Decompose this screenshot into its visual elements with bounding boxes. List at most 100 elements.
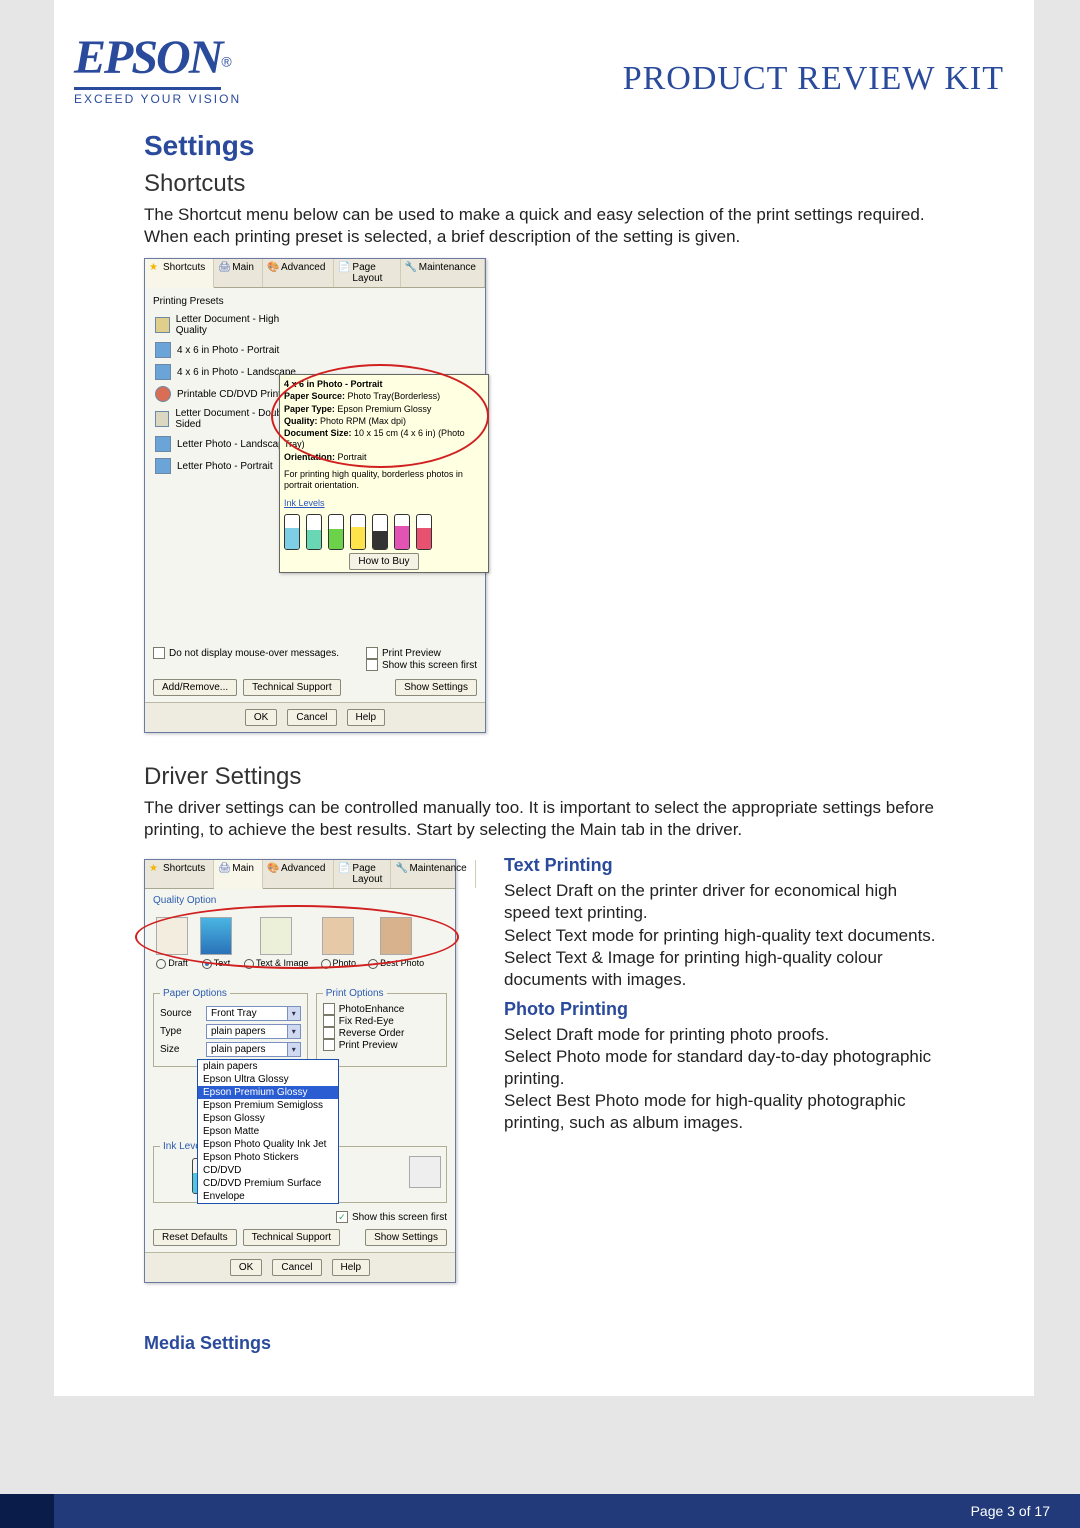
source-combo[interactable]: Front Tray▾	[206, 1006, 301, 1021]
tab-main[interactable]: 🖨Main	[214, 259, 263, 287]
how-to-buy-button[interactable]: How to Buy	[349, 553, 418, 570]
preset-label: Printable CD/DVD Printing	[177, 389, 294, 400]
chevron-down-icon: ▾	[287, 1043, 300, 1056]
print-preview-checkbox[interactable]: Print Preview	[366, 647, 477, 659]
reverse-order-checkbox[interactable]: Reverse Order	[323, 1027, 440, 1039]
quality-text-image[interactable]: Text & Image	[244, 917, 309, 969]
checkbox-icon	[153, 647, 165, 659]
radio-icon	[202, 959, 212, 969]
tech-support-button[interactable]: Technical Support	[243, 1229, 341, 1246]
fix-redeye-checkbox[interactable]: Fix Red-Eye	[323, 1015, 440, 1027]
page-number: Page 3 of 17	[971, 1503, 1050, 1519]
logo-word: EPSON	[74, 30, 221, 90]
preset-item[interactable]: Letter Document - High Quality	[153, 311, 303, 339]
combo-value: plain papers	[211, 1044, 265, 1055]
checkbox-label: Print Preview	[382, 648, 441, 659]
ink-bar	[328, 514, 344, 550]
tech-support-button[interactable]: Technical Support	[243, 679, 341, 696]
tab-page-layout[interactable]: 📄Page Layout	[334, 860, 391, 888]
thumb-icon	[200, 917, 232, 955]
paper-type-dropdown[interactable]: plain papersEpson Ultra GlossyEpson Prem…	[197, 1059, 339, 1204]
page-icon: 📄	[338, 863, 348, 873]
preset-icon	[155, 317, 170, 333]
preset-label: 4 x 6 in Photo - Portrait	[177, 345, 279, 356]
photoenhance-checkbox[interactable]: PhotoEnhance	[323, 1003, 440, 1015]
tab-maintenance-label: Maintenance	[409, 863, 466, 874]
quality-photo[interactable]: Photo	[321, 917, 357, 969]
add-remove-button[interactable]: Add/Remove...	[153, 679, 237, 696]
quality-option-label: Quality Option	[153, 895, 447, 906]
quality-label: Text	[214, 958, 231, 968]
tab-shortcuts-label: Shortcuts	[163, 262, 205, 273]
shortcuts-dialog: ★Shortcuts 🖨Main 🎨Advanced 📄Page Layout …	[144, 258, 486, 733]
radio-icon	[244, 959, 254, 969]
page-title: PRODUCT REVIEW KIT	[623, 60, 1004, 98]
help-button[interactable]: Help	[347, 709, 386, 726]
tab-page-layout[interactable]: 📄Page Layout	[334, 259, 400, 287]
reset-defaults-button[interactable]: Reset Defaults	[153, 1229, 237, 1246]
tab-maintenance[interactable]: 🔧Maintenance	[391, 860, 475, 888]
dropdown-option[interactable]: Epson Photo Stickers	[198, 1151, 338, 1164]
tab-shortcuts[interactable]: ★Shortcuts	[145, 259, 214, 288]
quality-draft[interactable]: Draft	[156, 917, 188, 969]
quality-text[interactable]: Text	[200, 917, 232, 969]
tooltip-value: Photo RPM (Max dpi)	[320, 416, 406, 426]
dropdown-option[interactable]: Epson Premium Glossy	[198, 1086, 338, 1099]
tab-main-label: Main	[232, 863, 254, 874]
checkbox-icon	[323, 1003, 335, 1015]
dropdown-option[interactable]: Envelope	[198, 1190, 338, 1203]
tab-advanced[interactable]: 🎨Advanced	[263, 860, 334, 888]
quality-label: Text & Image	[256, 958, 309, 968]
thumb-icon	[380, 917, 412, 955]
media-settings-heading: Media Settings	[144, 1333, 944, 1354]
dropdown-option[interactable]: CD/DVD	[198, 1164, 338, 1177]
ok-button[interactable]: OK	[230, 1259, 262, 1276]
dropdown-option[interactable]: CD/DVD Premium Surface	[198, 1177, 338, 1190]
tab-maintenance[interactable]: 🔧Maintenance	[401, 259, 485, 287]
ok-button[interactable]: OK	[245, 709, 277, 726]
preset-label: Letter Document - High Quality	[176, 314, 301, 336]
dialog-tabs: ★Shortcuts 🖨Main 🎨Advanced 📄Page Layout …	[145, 259, 485, 288]
dont-display-checkbox[interactable]: Do not display mouse-over messages.	[153, 647, 339, 659]
type-combo[interactable]: plain papers▾	[206, 1024, 301, 1039]
cancel-button[interactable]: Cancel	[272, 1259, 321, 1276]
paper-options-group: Paper Options SourceFront Tray▾ Typeplai…	[153, 988, 308, 1067]
dropdown-option[interactable]: Epson Matte	[198, 1125, 338, 1138]
show-first-checkbox[interactable]: Show this screen first	[153, 1211, 447, 1223]
dropdown-option[interactable]: plain papers	[198, 1060, 338, 1073]
checkbox-icon	[366, 647, 378, 659]
show-settings-button[interactable]: Show Settings	[395, 679, 477, 696]
dropdown-option[interactable]: Epson Glossy	[198, 1112, 338, 1125]
text-printing-paragraph: Select Draft on the printer driver for e…	[504, 880, 944, 990]
preset-item[interactable]: 4 x 6 in Photo - Portrait	[153, 339, 303, 361]
tooltip-title: 4 x 6 in Photo - Portrait	[284, 379, 383, 389]
tab-shortcuts[interactable]: ★Shortcuts	[145, 860, 214, 888]
content-sheet: EPSON® EXCEED YOUR VISION PRODUCT REVIEW…	[54, 0, 1034, 1396]
page-icon: 📄	[338, 262, 348, 272]
tab-advanced-label: Advanced	[281, 863, 325, 874]
tab-main[interactable]: 🖨Main	[214, 860, 263, 889]
show-first-checkbox[interactable]: Show this screen first	[366, 659, 477, 671]
source-label: Source	[160, 1008, 200, 1019]
combo-value: plain papers	[211, 1026, 265, 1037]
checkbox-label: Reverse Order	[339, 1028, 405, 1039]
dropdown-option[interactable]: Epson Premium Semigloss	[198, 1099, 338, 1112]
dialog-buttons: OK Cancel Help	[145, 702, 485, 732]
wrench-icon: 🔧	[405, 262, 415, 272]
quality-best-photo[interactable]: Best Photo	[368, 917, 424, 969]
ink-bar	[394, 514, 410, 550]
tooltip-desc: For printing high quality, borderless ph…	[284, 469, 484, 492]
show-settings-button[interactable]: Show Settings	[365, 1229, 447, 1246]
orientation-preview-icon	[409, 1156, 441, 1188]
cancel-button[interactable]: Cancel	[287, 709, 336, 726]
help-button[interactable]: Help	[332, 1259, 371, 1276]
tab-advanced[interactable]: 🎨Advanced	[263, 259, 334, 287]
photo-printing-heading: Photo Printing	[504, 999, 944, 1020]
print-preview-checkbox[interactable]: Print Preview	[323, 1039, 440, 1051]
dialog-body: Printing Presets Letter Document - High …	[145, 288, 485, 702]
dropdown-option[interactable]: Epson Ultra Glossy	[198, 1073, 338, 1086]
dropdown-option[interactable]: Epson Photo Quality Ink Jet	[198, 1138, 338, 1151]
preset-icon	[155, 386, 171, 402]
size-combo[interactable]: plain papers ▾	[206, 1042, 301, 1057]
tooltip-label: Paper Source:	[284, 391, 345, 401]
